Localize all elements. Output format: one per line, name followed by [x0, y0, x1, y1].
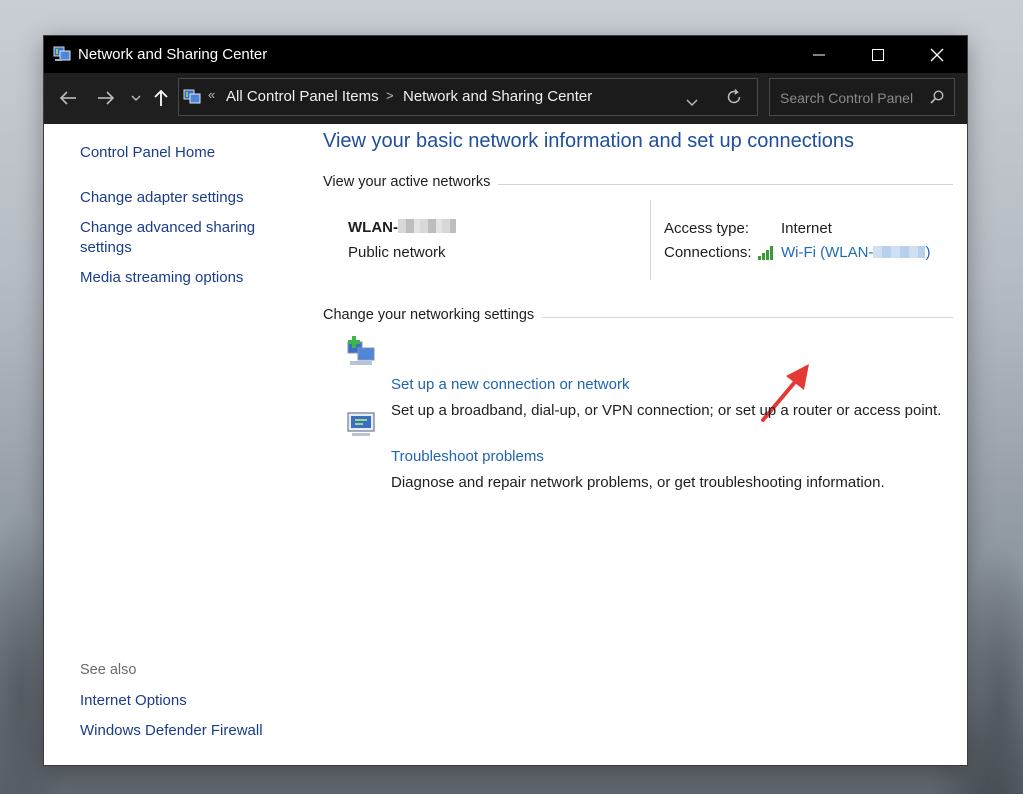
- overflow-marker[interactable]: «: [208, 87, 215, 102]
- recent-locations-button[interactable]: [128, 85, 144, 111]
- content-area: Control Panel Home Change adapter settin…: [44, 124, 967, 765]
- maximize-button[interactable]: [849, 36, 907, 73]
- title-bar: Network and Sharing Center: [44, 36, 967, 73]
- sidebar-link-media-streaming-options[interactable]: Media streaming options: [80, 268, 243, 288]
- connections-label: Connections:: [664, 244, 752, 261]
- see-also-label: See also: [80, 662, 137, 678]
- search-input[interactable]: [778, 87, 927, 109]
- up-arrow-icon: [154, 89, 168, 106]
- refresh-button[interactable]: [725, 88, 743, 111]
- network-category: Public network: [348, 244, 446, 261]
- close-icon: [930, 48, 944, 61]
- address-field[interactable]: « All Control Panel Items > Network and …: [178, 78, 758, 116]
- back-arrow-icon: [59, 91, 76, 105]
- search-box[interactable]: [769, 78, 955, 116]
- breadcrumb-all-control-panel-items[interactable]: All Control Panel Items: [226, 88, 379, 105]
- setup-new-connection-description: Set up a broadband, dial-up, or VPN conn…: [391, 402, 942, 419]
- window-title: Network and Sharing Center: [78, 46, 268, 63]
- troubleshoot-problems-description: Diagnose and repair network problems, or…: [391, 474, 885, 491]
- network-name-text: WLAN-: [348, 219, 398, 236]
- sidebar-link-control-panel-home[interactable]: Control Panel Home: [80, 143, 215, 163]
- chevron-down-icon: [131, 95, 141, 101]
- forward-arrow-icon: [98, 91, 115, 105]
- address-history-button[interactable]: [686, 93, 698, 111]
- active-networks-label: View your active networks: [323, 174, 499, 190]
- change-settings-label: Change your networking settings: [323, 307, 543, 323]
- troubleshoot-problems-link[interactable]: Troubleshoot problems: [391, 448, 544, 465]
- chevron-down-icon: [686, 99, 698, 106]
- breadcrumb-network-and-sharing-center[interactable]: Network and Sharing Center: [403, 88, 592, 105]
- back-button[interactable]: [56, 85, 80, 111]
- network-center-icon: [53, 46, 71, 61]
- forward-button[interactable]: [94, 85, 118, 111]
- setup-new-connection-link[interactable]: Set up a new connection or network: [391, 376, 629, 393]
- control-panel-window: Network and Sharing Center « All Control…: [44, 36, 967, 765]
- up-button[interactable]: [152, 85, 170, 111]
- search-icon: [930, 90, 944, 104]
- troubleshoot-icon: [347, 412, 375, 436]
- network-name: WLAN-: [348, 219, 456, 236]
- close-button[interactable]: [908, 36, 966, 73]
- sidebar-link-change-adapter-settings[interactable]: Change adapter settings: [80, 188, 243, 208]
- page-title: View your basic network information and …: [323, 130, 855, 152]
- control-panel-location-icon: [183, 89, 201, 104]
- new-connection-icon: [347, 336, 375, 365]
- minimize-icon: [813, 54, 825, 55]
- minimize-button[interactable]: [790, 36, 848, 73]
- refresh-icon: [727, 89, 741, 104]
- access-type-label: Access type:: [664, 220, 750, 237]
- see-also-link-windows-defender-firewall[interactable]: Windows Defender Firewall: [80, 721, 263, 741]
- network-info-divider: [650, 200, 651, 280]
- wifi-connection-link-suffix[interactable]: ): [925, 244, 930, 261]
- network-name-redaction: [397, 219, 456, 233]
- see-also-link-internet-options[interactable]: Internet Options: [80, 691, 187, 711]
- maximize-icon: [872, 48, 884, 61]
- sidebar-link-change-advanced-sharing-line1[interactable]: Change advanced sharing: [80, 218, 255, 238]
- wifi-connection-link[interactable]: Wi-Fi (WLAN-): [781, 244, 930, 261]
- breadcrumb-separator[interactable]: >: [386, 88, 394, 103]
- access-type-value: Internet: [781, 220, 832, 237]
- wifi-signal-icon: [758, 246, 773, 260]
- sidebar-link-change-advanced-sharing-line2[interactable]: settings: [80, 238, 132, 258]
- address-toolbar: « All Control Panel Items > Network and …: [44, 73, 967, 124]
- wifi-connection-redaction: [873, 246, 926, 258]
- wifi-connection-link-text[interactable]: Wi-Fi (WLAN-: [781, 244, 873, 261]
